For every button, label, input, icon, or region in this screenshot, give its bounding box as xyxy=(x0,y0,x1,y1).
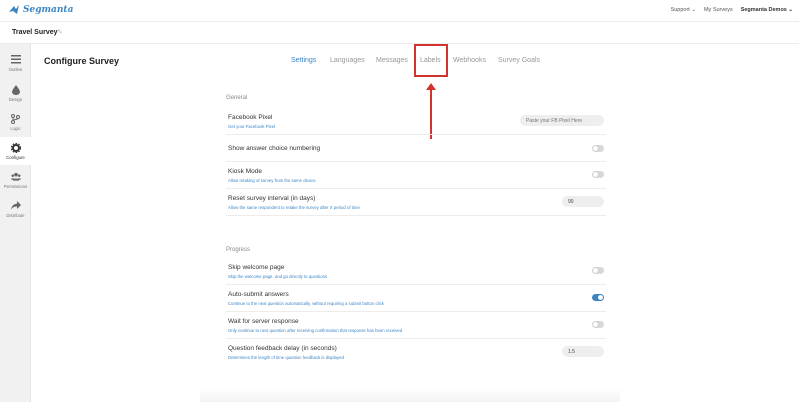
sidebar-item-label: Logic xyxy=(10,125,21,131)
support-menu[interactable]: Support ⌄ xyxy=(671,7,696,13)
sidebar-item-logic[interactable]: Logic xyxy=(0,108,31,136)
setting-description: Determines the length of time question f… xyxy=(228,355,344,360)
setting-description: Continue to the next question automatica… xyxy=(228,301,384,306)
survey-title-bar: Travel Survey ✎ xyxy=(0,22,799,44)
tab-messages[interactable]: Messages xyxy=(376,57,408,64)
sidebar-item-configure[interactable]: Configure xyxy=(0,137,31,165)
setting-description: Allow retaking of survey from the same d… xyxy=(228,178,316,183)
setting-row-facebook-pixel: Facebook Pixel Get your Facebook Pixel xyxy=(226,108,606,135)
setting-title: Question feedback delay (in seconds) xyxy=(228,345,337,352)
setting-title: Facebook Pixel xyxy=(228,114,273,121)
panel-bottom-edge xyxy=(200,388,620,402)
sidebar: Outline Design Logic Configure Permissio… xyxy=(0,44,31,402)
feedback-delay-input[interactable]: 1.5 xyxy=(562,346,604,357)
top-nav: Support ⌄ My Surveys Segmanta Demos ⌄ xyxy=(671,7,793,13)
answer-numbering-toggle[interactable] xyxy=(592,145,604,152)
sidebar-item-label: Permissions xyxy=(3,183,28,189)
sidebar-item-design[interactable]: Design xyxy=(0,79,31,107)
setting-row-kiosk-mode: Kiosk Mode Allow retaking of survey from… xyxy=(226,162,606,189)
setting-row-answer-numbering: Show answer choice numbering xyxy=(226,135,606,162)
sidebar-item-distribute[interactable]: Distribute xyxy=(0,195,31,223)
setting-row-feedback-delay: Question feedback delay (in seconds) Det… xyxy=(226,339,606,366)
setting-row-wait-server: Wait for server response Only continue t… xyxy=(226,312,606,339)
wait-server-toggle[interactable] xyxy=(592,321,604,328)
auto-submit-toggle[interactable] xyxy=(592,294,604,301)
toggle-knob xyxy=(593,322,598,327)
setting-description: Allow the same respondent to retake the … xyxy=(228,205,360,210)
setting-row-skip-welcome: Skip welcome page Skip the welcome page,… xyxy=(226,258,606,285)
toggle-knob xyxy=(598,295,603,300)
setting-title: Kiosk Mode xyxy=(228,168,262,175)
sidebar-item-permissions[interactable]: Permissions xyxy=(0,166,31,194)
annotation-highlight-box xyxy=(414,44,448,77)
tab-languages[interactable]: Languages xyxy=(330,57,365,64)
toggle-knob xyxy=(593,172,598,177)
kiosk-mode-toggle[interactable] xyxy=(592,171,604,178)
top-bar: Segmanta Support ⌄ My Surveys Segmanta D… xyxy=(0,0,799,22)
section-label-progress: Progress xyxy=(226,247,251,253)
setting-link[interactable]: Get your Facebook Pixel xyxy=(228,124,275,129)
setting-title: Skip welcome page xyxy=(228,264,285,271)
section-label-general: General xyxy=(226,95,248,101)
sidebar-item-label: Configure xyxy=(6,154,25,160)
logo[interactable]: Segmanta xyxy=(8,4,73,16)
tab-bar: Settings Languages Messages Labels Webho… xyxy=(0,57,799,67)
branch-icon xyxy=(11,113,21,124)
survey-title: Travel Survey xyxy=(12,29,58,36)
skip-welcome-toggle[interactable] xyxy=(592,267,604,274)
setting-title: Show answer choice numbering xyxy=(228,145,321,152)
reset-interval-input[interactable]: 90 xyxy=(562,196,604,207)
tab-survey-goals[interactable]: Survey Goals xyxy=(498,57,540,64)
sidebar-item-label: Distribute xyxy=(6,212,25,218)
account-menu[interactable]: Segmanta Demos ⌄ xyxy=(741,7,793,13)
setting-title: Wait for server response xyxy=(228,318,299,325)
logo-icon xyxy=(9,5,19,14)
tab-webhooks[interactable]: Webhooks xyxy=(453,57,486,64)
toggle-knob xyxy=(593,268,598,273)
toggle-knob xyxy=(593,146,598,151)
setting-description: Only continue to next question after rec… xyxy=(228,328,403,333)
my-surveys-link[interactable]: My Surveys xyxy=(704,7,733,13)
setting-title: Reset survey interval (in days) xyxy=(228,195,316,202)
gear-icon xyxy=(10,142,21,153)
setting-row-reset-interval: Reset survey interval (in days) Allow th… xyxy=(226,189,606,216)
sidebar-item-label: Design xyxy=(8,96,23,102)
users-icon xyxy=(10,172,21,182)
logo-text: Segmanta xyxy=(23,5,74,15)
sidebar-item-label: Outline xyxy=(8,66,23,72)
setting-description: Skip the welcome page, and go directly t… xyxy=(228,274,328,279)
setting-row-auto-submit: Auto-submit answers Continue to the next… xyxy=(226,285,606,312)
share-icon xyxy=(10,201,21,211)
edit-title-icon[interactable]: ✎ xyxy=(57,29,64,36)
droplet-icon xyxy=(11,84,21,95)
tab-settings[interactable]: Settings xyxy=(291,57,316,64)
setting-title: Auto-submit answers xyxy=(228,291,289,298)
facebook-pixel-input[interactable] xyxy=(520,115,604,126)
